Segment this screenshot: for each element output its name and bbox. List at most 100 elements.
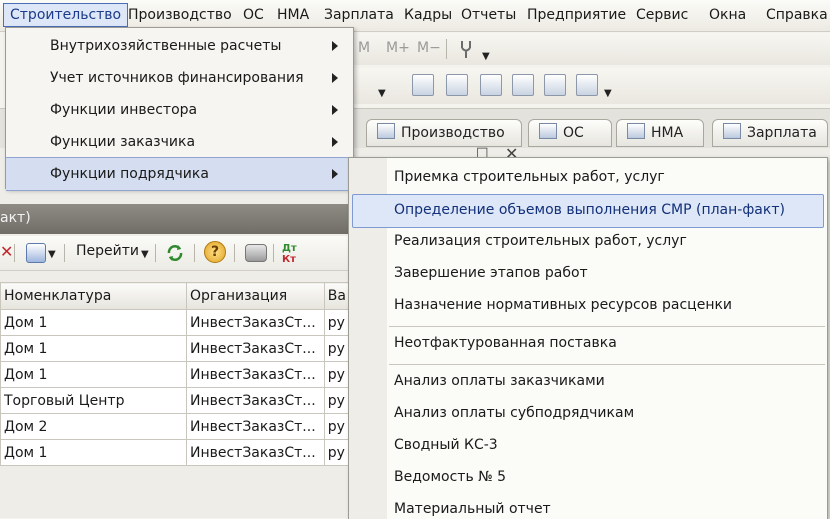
user-card-icon[interactable] [512,74,534,96]
tab-label: НМА [651,125,684,141]
cell-valyuta: ру [323,361,351,388]
menu-otchety[interactable]: Отчеты [461,7,516,23]
cell-nomenklatura: Дом 2 [0,413,187,440]
column-header-organizaciya[interactable]: Организация [185,282,325,310]
menu-separator [389,364,825,365]
export-dropdown-arrow-icon[interactable]: ▼ [604,88,612,99]
goto-dropdown-arrow-icon[interactable]: ▼ [141,249,149,260]
table-row[interactable]: Дом 1 ИнвестЗаказСт... ру [0,335,351,362]
construction-menu-dropdown: Внутрихозяйственные расчеты Учет источни… [5,27,354,191]
submenu-item-opredelenie-obemov[interactable]: Определение объемов выполнения СМР (план… [352,194,824,228]
tab-label: ОС [563,125,584,141]
export-icon[interactable] [576,74,598,96]
cell-valyuta: ру [323,335,351,362]
tools-dropdown-arrow-icon[interactable]: ▼ [482,51,490,62]
menu-item-vnutrikhozyaystvennye-raschety[interactable]: Внутрихозяйственные расчеты [6,30,351,62]
user-list-icon[interactable] [480,74,502,96]
print-icon[interactable] [245,244,267,262]
debit-credit-icon[interactable]: Дт Кт [282,243,297,265]
table-row[interactable]: Дом 2 ИнвестЗаказСт... ру [0,413,351,440]
submenu-item-materialnyy-otchet[interactable]: Материальный отчет [349,494,825,519]
menu-item-label: Определение объемов выполнения СМР (план… [394,202,785,218]
memory-add-button[interactable]: M+ [386,40,410,56]
menu-item-label: Анализ оплаты субподрядчикам [394,405,635,421]
toolbar-divider [446,39,447,59]
cell-valyuta: ру [323,309,351,336]
secondary-toolbar: ▼ ▼ [340,68,830,104]
cell-organizaciya: ИнвестЗаказСт... [185,413,325,440]
submenu-arrow-icon [332,73,338,83]
goto-button[interactable]: Перейти [76,243,139,259]
submenu-item-neotfakturovannaya-postavka[interactable]: Неотфактурованная поставка [349,328,825,360]
submenu-item-svodnyy-ks3[interactable]: Сводный КС-3 [349,430,825,462]
submenu-item-analiz-oplaty-zakazchikami[interactable]: Анализ оплаты заказчиками [349,366,825,398]
table-header-row: Номенклатура Организация Ва [0,282,351,310]
delete-icon[interactable]: ✕ [0,242,13,261]
menu-item-label: Функции инвестора [50,102,198,118]
tab-os[interactable]: ОС [528,119,612,147]
menu-servis[interactable]: Сервис [636,7,688,23]
post-dropdown-arrow-icon[interactable]: ▼ [48,249,56,260]
memory-subtract-button[interactable]: M− [417,40,441,56]
tools-icon[interactable] [458,39,474,59]
help-icon[interactable]: ? [204,241,226,263]
menu-kadry[interactable]: Кадры [404,7,452,23]
cell-nomenklatura: Дом 1 [0,439,187,466]
post-documents-icon[interactable] [26,243,46,263]
column-header-nomenklatura[interactable]: Номенклатура [0,282,187,310]
salary-icon [723,123,741,139]
submenu-item-naznachenie-resursov[interactable]: Назначение нормативных ресурсов расценки [349,290,825,322]
table-row[interactable]: Дом 1 ИнвестЗаказСт... ру [0,309,351,336]
memory-m-button[interactable]: M [358,40,370,56]
menu-stroitelstvo[interactable]: Строительство [3,3,129,27]
toolbar-divider [194,244,195,262]
menu-item-label: Сводный КС-3 [394,437,498,453]
menu-item-label: Внутрихозяйственные расчеты [50,38,282,54]
nma-icon [627,123,645,139]
menu-item-label: Завершение этапов работ [394,265,588,281]
cell-valyuta: ру [323,413,351,440]
menu-item-funktsii-investora[interactable]: Функции инвестора [6,94,351,126]
window-title: акт) [0,210,31,226]
tab-label: Производство [401,125,505,141]
window-title-bar: акт) [0,204,350,234]
submenu-item-zavershenie-etapov[interactable]: Завершение этапов работ [349,258,825,290]
cell-nomenklatura: Дом 1 [0,361,187,388]
menu-item-label: Приемка строительных работ, услуг [394,169,665,185]
menu-os[interactable]: ОС [243,7,264,23]
menu-item-label: Анализ оплаты заказчиками [394,373,605,389]
menu-nma[interactable]: НМА [277,7,309,23]
contractor-functions-submenu: Приемка строительных работ, услуг Опреде… [348,157,828,519]
truck-icon [539,123,557,139]
cell-valyuta: ру [323,439,351,466]
menu-item-uchet-istochnikov-finansirovaniya[interactable]: Учет источников финансирования [6,62,351,94]
menu-zarplata[interactable]: Зарплата [324,7,394,23]
submenu-arrow-icon [332,41,338,51]
toolbar-divider [234,244,235,262]
refresh-icon[interactable] [165,243,185,263]
menu-item-funktsii-zakazchika[interactable]: Функции заказчика [6,126,351,158]
column-header-valyuta[interactable]: Ва [323,282,351,310]
table-row[interactable]: Торговый Центр ИнвестЗаказСт... ру [0,387,351,414]
menu-okna[interactable]: Окна [709,7,746,23]
tab-zarplata[interactable]: Зарплата [712,119,828,147]
tab-nma[interactable]: НМА [616,119,704,147]
document-journal-icon[interactable] [412,74,434,96]
report-icon[interactable] [446,74,468,96]
submenu-item-priemka[interactable]: Приемка строительных работ, услуг [349,162,825,194]
table-row[interactable]: Дом 1 ИнвестЗаказСт... ру [0,439,351,466]
print-form-icon[interactable] [544,74,566,96]
menu-spravka[interactable]: Справка [766,7,828,23]
table-row[interactable]: Дом 1 ИнвестЗаказСт... ру [0,361,351,388]
menu-item-funktsii-podryadchika[interactable]: Функции подрядчика [6,157,351,191]
submenu-item-realizatsiya[interactable]: Реализация строительных работ, услуг [349,226,825,258]
submenu-item-vedomost-5[interactable]: Ведомость № 5 [349,462,825,494]
menu-item-label: Ведомость № 5 [394,469,507,485]
submenu-arrow-icon [332,105,338,115]
toolbar-divider [64,244,65,262]
toolbar-dropdown-arrow-icon[interactable]: ▼ [378,88,386,99]
tab-proizvodstvo[interactable]: Производство [366,119,522,147]
submenu-item-analiz-oplaty-subpodryadchikam[interactable]: Анализ оплаты субподрядчикам [349,398,825,430]
menu-predpriyatie[interactable]: Предприятие [527,7,626,23]
menu-proizvodstvo[interactable]: Производство [128,7,232,23]
